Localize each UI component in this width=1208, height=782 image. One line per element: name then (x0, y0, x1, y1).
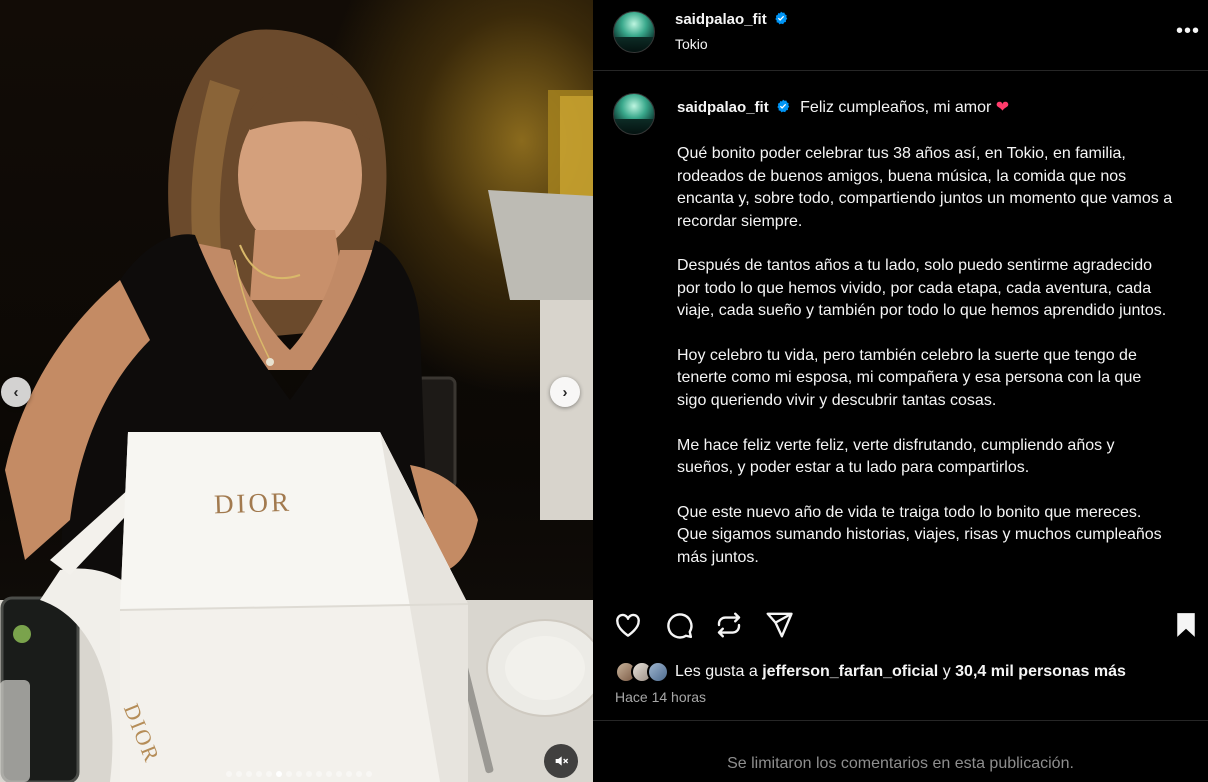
mute-button[interactable] (544, 744, 578, 778)
repost-button[interactable] (714, 610, 744, 640)
share-button[interactable] (764, 610, 794, 640)
likes-connector: y (942, 663, 951, 680)
action-bar (593, 604, 1208, 648)
repost-icon (717, 612, 741, 638)
save-button[interactable] (1171, 610, 1201, 640)
muted-speaker-icon (555, 756, 569, 766)
carousel-dot (305, 771, 312, 777)
likes-text: Les gusta a jefferson_farfan_oficial y 3… (675, 663, 1126, 681)
carousel-dot (345, 771, 352, 777)
caption-paragraph-5: Que este nuevo año de vida te traiga tod… (677, 503, 1162, 566)
comment-icon (667, 613, 693, 639)
post-side-panel: saidpalao_fit Tokio ••• saidpalao_fit Fe… (593, 0, 1208, 782)
verified-badge-icon (775, 11, 788, 25)
box-brand-label: DIOR (213, 486, 293, 520)
verified-badge-icon (777, 99, 789, 113)
comment-button[interactable] (664, 610, 694, 640)
heart-emoji-icon: ❤ (995, 99, 1010, 116)
liker-avatars (615, 661, 669, 683)
caption-paragraph-3: Hoy celebro tu vida, pero también celebr… (677, 347, 1142, 409)
avatar (647, 661, 669, 683)
post-timestamp[interactable]: Hace 14 horas (615, 689, 706, 705)
post-header: saidpalao_fit Tokio ••• (593, 0, 1208, 71)
comments-limited-notice: Se limitaron los comentarios en esta pub… (593, 720, 1208, 782)
carousel-dot (325, 771, 332, 777)
more-options-icon[interactable]: ••• (1176, 20, 1200, 43)
post-media[interactable]: DIOR DIOR ‹ › (0, 0, 593, 782)
liker-username[interactable]: jefferson_farfan_oficial (762, 663, 938, 680)
author-avatar[interactable] (613, 11, 655, 53)
bookmark-filled-icon (1177, 613, 1195, 637)
previous-slide-button[interactable]: ‹ (1, 377, 31, 407)
carousel-dot (265, 771, 272, 777)
carousel-dot (235, 771, 242, 777)
caption-author-avatar[interactable] (613, 93, 655, 135)
heart-icon (616, 613, 640, 637)
carousel-dot (275, 771, 282, 777)
chevron-right-icon: › (562, 383, 568, 401)
caption-text: saidpalao_fit Feliz cumpleaños, mi amor … (677, 97, 1175, 591)
caption-username[interactable]: saidpalao_fit (677, 99, 769, 116)
likes-summary: Les gusta a jefferson_farfan_oficial y 3… (615, 659, 1126, 685)
carousel-dot (255, 771, 262, 777)
post-location[interactable]: Tokio (675, 36, 708, 52)
carousel-dot (355, 771, 362, 777)
caption-paragraph-4: Me hace feliz verte feliz, verte disfrut… (677, 436, 1115, 477)
carousel-dot (225, 771, 232, 777)
carousel-dot (365, 771, 372, 777)
carousel-dot (335, 771, 342, 777)
likes-count[interactable]: 30,4 mil personas más (955, 663, 1126, 680)
comments-limited-text: Se limitaron los comentarios en esta pub… (727, 755, 1074, 772)
carousel-dot (245, 771, 252, 777)
caption-section: saidpalao_fit Feliz cumpleaños, mi amor … (593, 72, 1208, 597)
caption-intro: Feliz cumpleaños, mi amor (800, 99, 992, 116)
carousel-dot (285, 771, 292, 777)
like-button[interactable] (613, 610, 643, 640)
caption-paragraph-2: Después de tantos años a tu lado, solo p… (677, 257, 1167, 320)
send-icon (766, 612, 793, 638)
chevron-left-icon: ‹ (13, 383, 19, 401)
caption-first-line: saidpalao_fit Feliz cumpleaños, mi amor … (677, 97, 1175, 119)
caption-paragraph-1: Qué bonito poder celebrar tus 38 años as… (677, 145, 1173, 230)
likes-prefix: Les gusta a (675, 663, 758, 680)
carousel-dot (315, 771, 322, 777)
author-username[interactable]: saidpalao_fit (675, 11, 767, 28)
author-name-row: saidpalao_fit (675, 11, 788, 29)
carousel-indicator (0, 771, 593, 777)
carousel-dot (295, 771, 302, 777)
next-slide-button[interactable]: › (550, 377, 580, 407)
post-photo (0, 29, 593, 782)
